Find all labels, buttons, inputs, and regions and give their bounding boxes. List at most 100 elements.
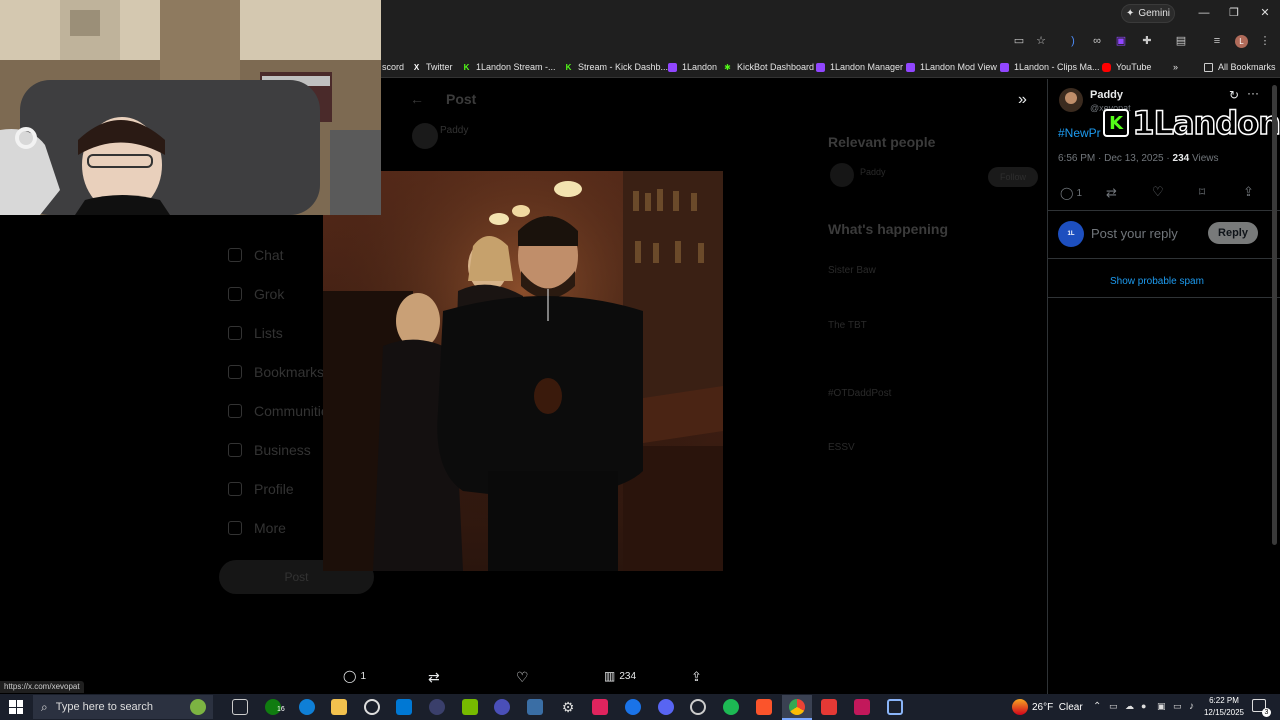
trend-item[interactable]: ESSV: [828, 442, 855, 453]
store-icon[interactable]: [396, 699, 412, 715]
nav-item-more[interactable]: More: [228, 520, 286, 536]
bookmark-item[interactable]: 1Landon Mod View: [906, 60, 997, 74]
network-icon[interactable]: ▭: [1173, 701, 1182, 712]
media-player-icon[interactable]: [494, 699, 510, 715]
onedrive-icon[interactable]: ☁: [1125, 701, 1134, 712]
extensions-puzzle-icon[interactable]: ✚: [1140, 34, 1154, 48]
bookmark-item[interactable]: K Stream - Kick Dashb...: [564, 60, 668, 74]
more-options-icon[interactable]: ···: [1247, 86, 1259, 100]
app-icon[interactable]: [429, 699, 445, 715]
trend-item[interactable]: The TBT: [828, 320, 867, 331]
post-media-image[interactable]: [323, 171, 723, 571]
bookmark-item[interactable]: 1Landon - Clips Ma...: [1000, 60, 1100, 74]
restore-button[interactable]: ❐: [1227, 6, 1241, 20]
tab-search-icon[interactable]: ▤: [1174, 34, 1188, 48]
discord-icon[interactable]: [658, 699, 674, 715]
taskbar-search-box[interactable]: ⌕ Type here to search: [33, 695, 213, 719]
whats-happening-heading: What's happening: [828, 221, 948, 237]
brave-icon[interactable]: [756, 699, 772, 715]
share-icon[interactable]: ⇪: [1243, 184, 1254, 200]
close-window-button[interactable]: ✕: [1258, 6, 1272, 20]
bookmark-item[interactable]: ✱ KickBot Dashboard: [723, 60, 814, 74]
reading-list-icon[interactable]: ≡: [1210, 34, 1224, 48]
reply-action[interactable]: ◯ 1: [1060, 186, 1082, 200]
bookmark-item[interactable]: K 1Landon Stream -...: [462, 60, 556, 74]
profile-avatar[interactable]: L: [1235, 35, 1248, 48]
taskbar-clock[interactable]: 6:22 PM 12/15/2025: [1203, 695, 1245, 719]
shield-app-icon[interactable]: [887, 699, 903, 715]
task-view-icon[interactable]: [232, 699, 248, 715]
tray-icon[interactable]: ▭: [1109, 701, 1118, 712]
kick-icon: K: [565, 62, 572, 72]
media-reply-action[interactable]: ◯ 1: [343, 669, 366, 683]
repost-icon[interactable]: ⇄: [1106, 185, 1117, 201]
volume-icon[interactable]: ♪: [1189, 701, 1194, 712]
media-views-action[interactable]: ▥ 234: [604, 669, 636, 683]
nav-item-bookmarks[interactable]: Bookmarks: [228, 364, 324, 380]
trend-item[interactable]: #OTDaddPost: [828, 388, 891, 399]
reply-button[interactable]: Reply: [1208, 222, 1258, 244]
minimize-button[interactable]: —: [1197, 6, 1211, 20]
collapse-chevron-icon[interactable]: »: [1018, 91, 1027, 109]
google-icon[interactable]: [625, 699, 641, 715]
app-pink-icon[interactable]: [854, 699, 870, 715]
back-arrow-icon[interactable]: ←: [410, 91, 424, 107]
calculator-icon[interactable]: [527, 699, 543, 715]
tray-icon[interactable]: ▣: [1157, 701, 1166, 712]
settings-gear-icon[interactable]: ⚙: [560, 699, 576, 715]
bookmark-item[interactable]: X Twitter: [412, 60, 453, 74]
nav-item-business[interactable]: Business: [228, 442, 311, 458]
obs-icon[interactable]: [364, 699, 380, 715]
media-share-icon[interactable]: ⇪: [691, 669, 702, 685]
grok-icon: [228, 287, 242, 301]
bookmark-item[interactable]: 1Landon: [668, 60, 717, 74]
media-repost-icon[interactable]: ⇄: [428, 669, 440, 686]
bookmark-item[interactable]: scord: [382, 60, 404, 74]
author-avatar[interactable]: [1059, 88, 1083, 112]
scrollbar[interactable]: [1272, 85, 1277, 545]
trend-item[interactable]: Sister Baw: [828, 265, 876, 276]
nvidia-icon[interactable]: [462, 699, 478, 715]
all-bookmarks[interactable]: All Bookmarks: [1204, 60, 1276, 74]
cupcake-icon[interactable]: [190, 699, 206, 715]
bookmark-item[interactable]: YouTube: [1102, 60, 1151, 74]
reply-input[interactable]: Post your reply: [1091, 226, 1178, 241]
tray-chevron-icon[interactable]: ⌃: [1093, 701, 1101, 712]
github-icon[interactable]: [690, 699, 706, 715]
extension-audio-icon[interactable]: ): [1066, 34, 1080, 48]
like-icon[interactable]: ♡: [1152, 184, 1164, 200]
nav-item-profile[interactable]: Profile: [228, 481, 294, 497]
follow-button[interactable]: Follow: [988, 167, 1038, 187]
nav-item-chat[interactable]: Chat: [228, 247, 284, 263]
app-red-icon[interactable]: [592, 699, 608, 715]
extension-twitch-icon[interactable]: ▣: [1114, 34, 1128, 48]
cast-icon[interactable]: ▭: [1012, 34, 1026, 48]
grok-refresh-icon[interactable]: ↻: [1229, 88, 1239, 102]
gemini-button[interactable]: ✦ Gemini: [1121, 4, 1175, 23]
edge-icon[interactable]: [299, 699, 315, 715]
nav-item-lists[interactable]: Lists: [228, 325, 283, 341]
weather-text[interactable]: 26°F Clear: [1032, 702, 1083, 713]
bookmark-star-icon[interactable]: ☆: [1034, 34, 1048, 48]
author-name[interactable]: Paddy: [1090, 89, 1123, 101]
chrome-taskbar-active[interactable]: [782, 695, 812, 720]
folder-icon: [1204, 62, 1213, 72]
show-spam-link[interactable]: Show probable spam: [1110, 276, 1204, 287]
more-menu-icon[interactable]: ⋮: [1258, 34, 1272, 48]
youtube-icon: [1102, 62, 1111, 72]
file-explorer-icon[interactable]: [331, 699, 347, 715]
media-like-icon[interactable]: ♡: [516, 669, 529, 686]
hashtag-link[interactable]: #NewPr: [1058, 126, 1101, 140]
bookmark-item[interactable]: 1Landon Manager: [816, 60, 903, 74]
microphone-icon[interactable]: ●: [1141, 701, 1146, 711]
communities-icon: [228, 404, 242, 418]
spotify-icon[interactable]: [723, 699, 739, 715]
nav-item-grok[interactable]: Grok: [228, 286, 284, 302]
app-red-square-icon[interactable]: [821, 699, 837, 715]
windows-start-icon[interactable]: [9, 700, 23, 714]
chevron-more-icon[interactable]: »: [1173, 60, 1178, 74]
x-logo-icon: X: [413, 62, 420, 72]
bookmark-icon[interactable]: ⌑: [1199, 185, 1205, 199]
nav-item-communities[interactable]: Communities: [228, 403, 336, 419]
extension-glasses-icon[interactable]: ∞: [1090, 34, 1104, 48]
